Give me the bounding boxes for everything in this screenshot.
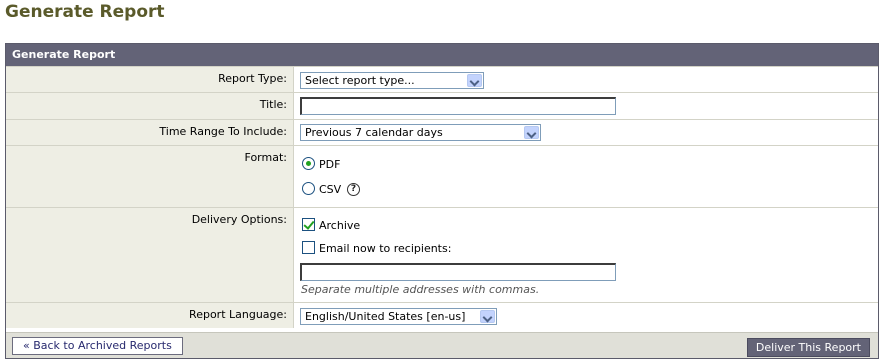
report-type-row: Report Type: Select report type... — [6, 66, 878, 92]
language-select[interactable]: English/United States [en-us] — [300, 308, 497, 325]
format-row: Format: PDF CSV ? — [6, 145, 878, 207]
time-range-select[interactable]: Previous 7 calendar days — [300, 124, 541, 141]
language-row: Report Language: English/United States [… — [6, 302, 878, 328]
delivery-label: Delivery Options: — [6, 208, 294, 302]
email-hint: Separate multiple addresses with commas. — [301, 283, 540, 296]
title-label: Title: — [6, 93, 294, 119]
language-label: Report Language: — [6, 303, 294, 328]
generate-report-panel: Generate Report Report Type: Select repo… — [5, 43, 879, 359]
panel-header: Generate Report — [6, 44, 878, 66]
chevron-down-icon[interactable] — [467, 74, 482, 87]
back-to-archived-reports-button[interactable]: « Back to Archived Reports — [12, 337, 183, 355]
form-footer: « Back to Archived Reports Deliver This … — [6, 332, 878, 358]
time-range-row: Time Range To Include: Previous 7 calend… — [6, 119, 878, 145]
question-icon[interactable]: ? — [347, 183, 360, 196]
delivery-row: Delivery Options: Archive Email now to r… — [6, 207, 878, 302]
csv-label: CSV — [319, 183, 342, 196]
page-title: Generate Report — [5, 2, 165, 22]
archive-checkbox[interactable] — [302, 218, 315, 231]
deliver-report-button[interactable]: Deliver This Report — [746, 338, 870, 357]
title-row: Title: — [6, 92, 878, 119]
title-input[interactable] — [300, 97, 616, 115]
format-label: Format: — [6, 146, 294, 207]
email-checkbox[interactable] — [302, 241, 315, 254]
email-label: Email now to recipients: — [319, 242, 452, 255]
report-type-label: Report Type: — [6, 67, 294, 92]
time-range-label: Time Range To Include: — [6, 120, 294, 145]
archive-label: Archive — [319, 219, 361, 232]
pdf-radio[interactable] — [302, 157, 315, 170]
csv-radio[interactable] — [302, 182, 315, 195]
chevron-down-icon[interactable] — [480, 310, 495, 323]
report-type-select[interactable]: Select report type... — [300, 72, 484, 89]
chevron-down-icon[interactable] — [524, 126, 539, 139]
pdf-label: PDF — [319, 158, 341, 171]
email-recipients-input[interactable] — [300, 263, 616, 281]
